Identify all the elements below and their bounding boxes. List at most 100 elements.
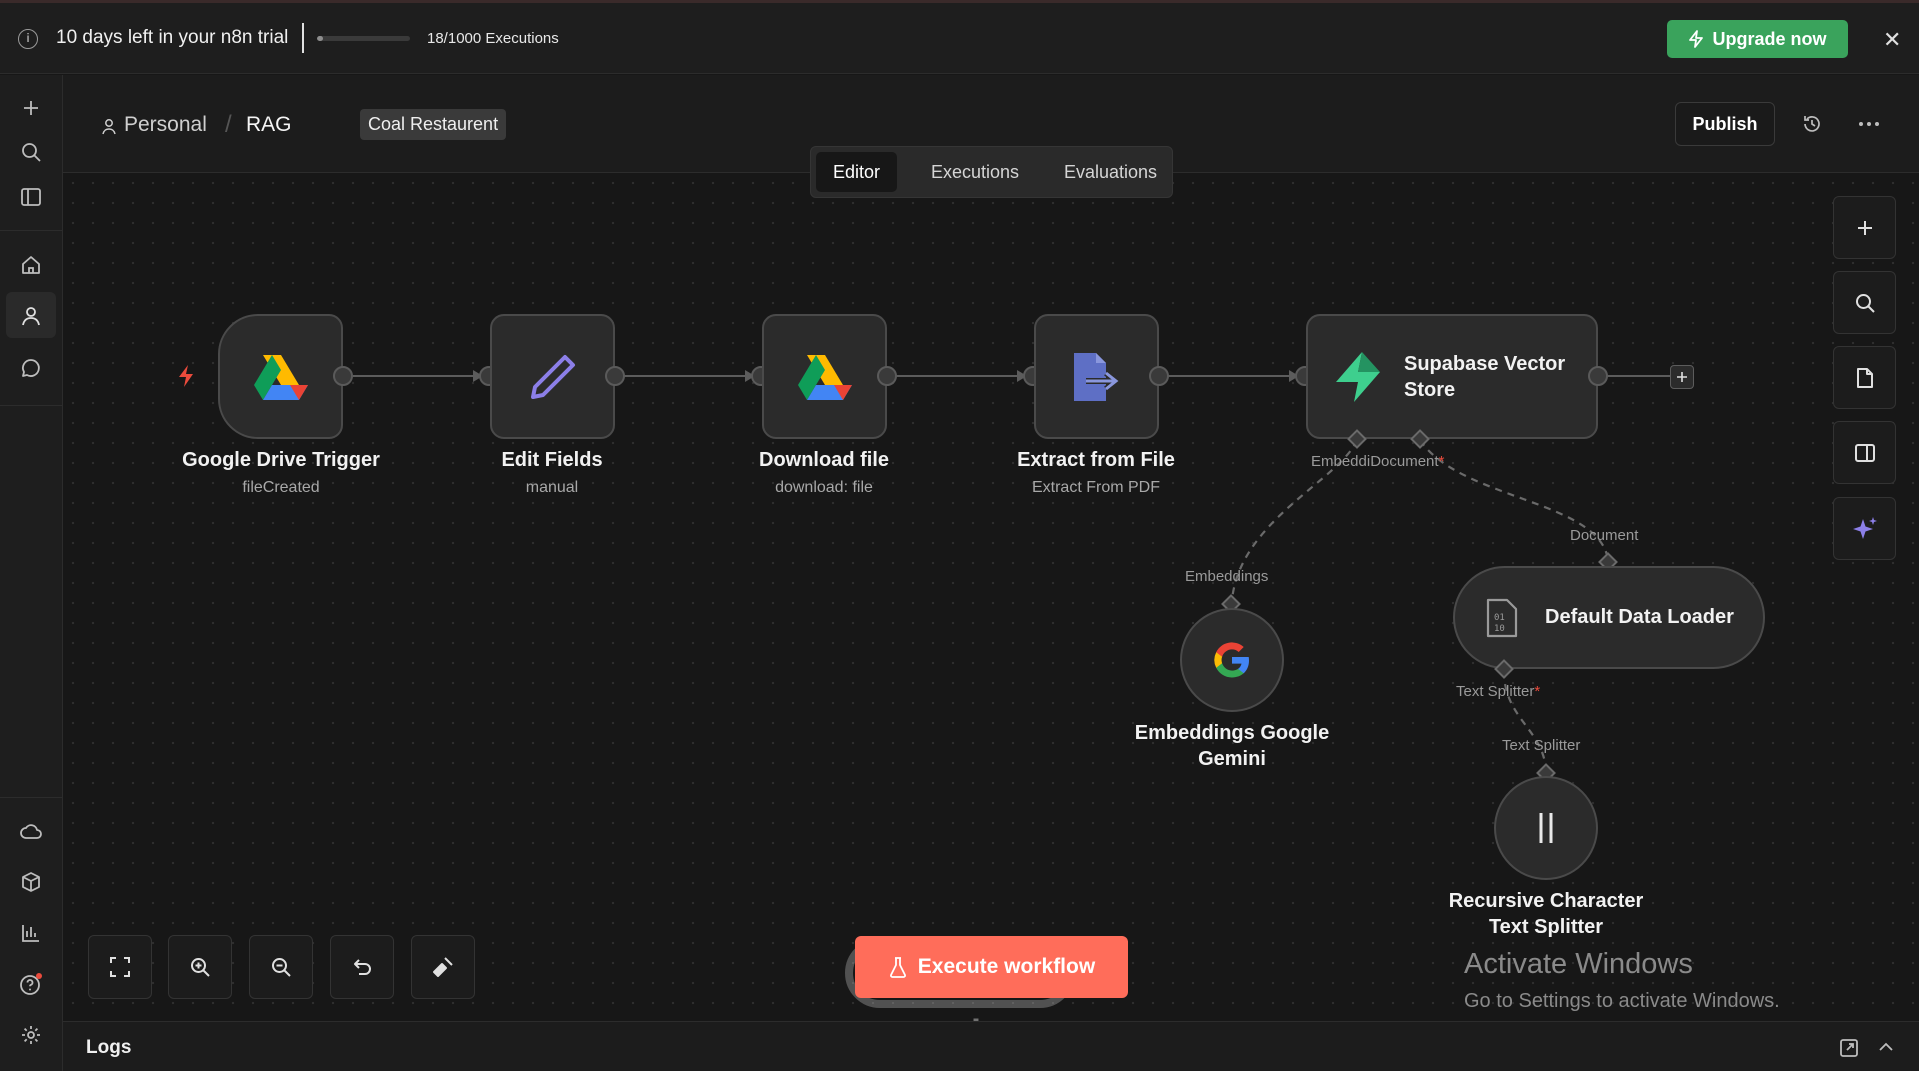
toggle-panel-button[interactable] — [1833, 421, 1896, 484]
node-title: Recursive Character Text Splitter — [1426, 888, 1666, 940]
plus-icon — [1677, 372, 1687, 382]
breadcrumb-workflow-name[interactable]: RAG — [246, 113, 292, 137]
node-subtitle: fileCreated — [242, 479, 320, 496]
node-title: Extract from File — [1017, 449, 1175, 471]
fit-view-button[interactable] — [88, 935, 152, 999]
connector-label: Embeddi — [1311, 453, 1371, 470]
output-port[interactable] — [605, 366, 625, 386]
user-icon[interactable] — [18, 303, 44, 329]
left-sidebar — [0, 75, 63, 1071]
node-download-file[interactable] — [762, 314, 887, 439]
node-title-line: Text Splitter — [1488, 916, 1604, 938]
zoom-in-button[interactable] — [168, 935, 232, 999]
packages-icon[interactable] — [18, 869, 44, 895]
history-icon[interactable] — [1799, 111, 1825, 137]
add-node-button[interactable] — [1833, 196, 1896, 259]
node-google-drive-trigger[interactable] — [218, 314, 343, 439]
panel-icon — [1854, 443, 1875, 462]
output-port[interactable] — [1149, 366, 1169, 386]
sticky-note-button[interactable] — [1833, 346, 1896, 409]
node-recursive-character-text-splitter[interactable] — [1494, 776, 1598, 880]
undo-button[interactable] — [330, 935, 394, 999]
sidebar-separator — [0, 797, 62, 798]
panel-toggle-icon[interactable] — [18, 184, 44, 210]
search-nodes-button[interactable] — [1833, 271, 1896, 334]
sparkle-icon — [1852, 516, 1877, 539]
executions-count: 18/1000 Executions — [427, 30, 559, 47]
google-g-icon — [1214, 642, 1249, 678]
cloud-icon[interactable] — [18, 819, 44, 845]
upgrade-now-button[interactable]: Upgrade now — [1667, 20, 1848, 58]
node-supabase-vector-store[interactable]: Supabase Vector Store — [1306, 314, 1598, 439]
settings-gear-icon[interactable] — [18, 1022, 44, 1048]
supabase-connector-labels: EmbeddiDocument* — [1311, 453, 1444, 470]
file-export-icon — [1073, 352, 1121, 401]
required-mark: * — [1438, 453, 1445, 470]
banner-divider — [302, 23, 304, 53]
tab-evaluations[interactable]: Evaluations — [1047, 152, 1174, 192]
connector-label: Embeddings — [1185, 568, 1269, 585]
connector-label: Document — [1570, 527, 1639, 544]
node-title: Download file — [759, 449, 889, 471]
sidebar-separator — [0, 405, 62, 406]
tab-executions[interactable]: Executions — [914, 152, 1036, 192]
logs-label: Logs — [86, 1037, 132, 1058]
breadcrumb-project[interactable]: Personal — [124, 113, 207, 137]
chevron-up-icon[interactable] — [1878, 1041, 1894, 1053]
add-node-button[interactable] — [1670, 365, 1694, 389]
node-default-data-loader[interactable]: 01 10 Default Data Loader — [1453, 566, 1765, 669]
svg-text:01: 01 — [1494, 613, 1505, 623]
node-title-line: Supabase Vector — [1404, 352, 1566, 375]
upgrade-now-label: Upgrade now — [1712, 28, 1827, 49]
tab-editor[interactable]: Editor — [816, 152, 898, 192]
binary-file-icon: 01 10 — [1486, 598, 1518, 637]
node-title: Edit Fields — [501, 449, 603, 471]
lightning-icon — [1689, 30, 1704, 48]
broom-icon — [433, 957, 453, 977]
output-port[interactable] — [333, 366, 353, 386]
fullscreen-icon — [110, 957, 130, 977]
output-port[interactable] — [1588, 366, 1608, 386]
executions-progress — [317, 36, 410, 41]
help-icon[interactable] — [18, 971, 44, 997]
undo-icon — [354, 959, 371, 975]
connector-label: Text Splitter — [1502, 737, 1581, 754]
more-options-icon[interactable] — [1856, 111, 1882, 137]
node-extract-from-file[interactable] — [1034, 314, 1159, 439]
required-mark: * — [1534, 683, 1541, 700]
trial-text: 10 days left in your n8n trial — [56, 27, 289, 48]
node-edit-fields[interactable] — [490, 314, 615, 439]
connector-label: Text Splitter — [1456, 683, 1535, 700]
home-icon[interactable] — [18, 252, 44, 278]
google-drive-icon — [797, 354, 852, 400]
google-drive-icon — [253, 354, 308, 400]
logs-bar[interactable]: Logs — [63, 1021, 1919, 1071]
pop-out-icon[interactable] — [1839, 1038, 1859, 1058]
node-embeddings-google-gemini[interactable] — [1180, 608, 1284, 712]
breadcrumb-separator: / — [225, 111, 232, 138]
node-title: Supabase Vector Store — [1404, 351, 1565, 403]
loader-connector-label: Text Splitter* — [1456, 683, 1540, 700]
ai-assistant-button[interactable] — [1833, 497, 1896, 560]
trigger-bolt-icon — [179, 365, 193, 387]
trial-banner: i 10 days left in your n8n trial 18/1000… — [0, 3, 1919, 74]
plus-icon[interactable] — [18, 95, 44, 121]
zoom-out-icon — [272, 958, 291, 977]
output-port[interactable] — [877, 366, 897, 386]
tidy-up-button[interactable] — [411, 935, 475, 999]
info-icon: i — [18, 29, 38, 49]
search-icon[interactable] — [18, 139, 44, 165]
close-icon[interactable]: ✕ — [1883, 27, 1901, 53]
node-title-line: Store — [1404, 378, 1456, 401]
supabase-icon — [1336, 351, 1380, 402]
executions-progress-fill — [317, 36, 323, 41]
search-icon — [1855, 293, 1875, 313]
windows-activation-title: Activate Windows — [1464, 948, 1693, 980]
execute-workflow-button[interactable]: Execute workflow — [855, 936, 1128, 998]
zoom-out-button[interactable] — [249, 935, 313, 999]
publish-button[interactable]: Publish — [1675, 102, 1775, 146]
note-icon — [1856, 367, 1873, 388]
chat-icon[interactable] — [18, 355, 44, 381]
insights-chart-icon[interactable] — [18, 920, 44, 946]
workflow-tag[interactable]: Coal Restaurent — [360, 109, 507, 140]
